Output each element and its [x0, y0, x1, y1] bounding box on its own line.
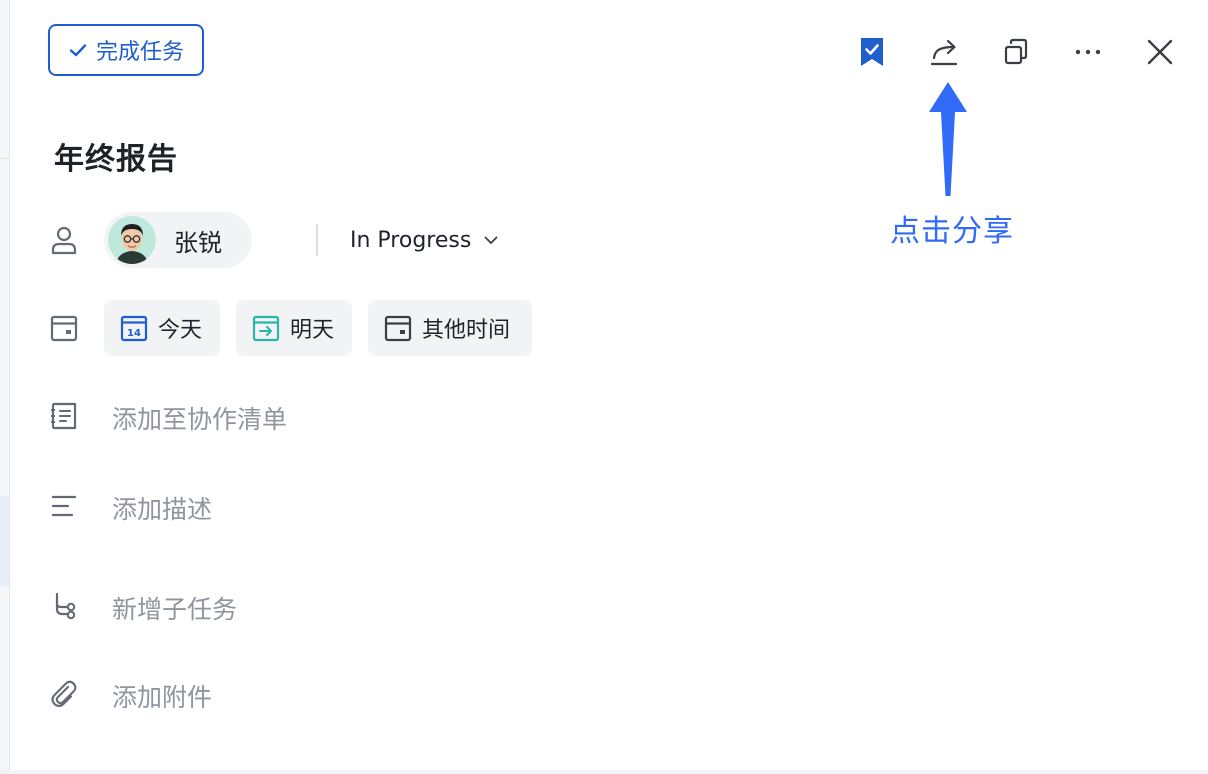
avatar [108, 216, 156, 264]
more-icon [1075, 49, 1101, 55]
share-icon [930, 39, 958, 66]
text-lines-icon [51, 495, 77, 517]
check-icon [69, 44, 87, 57]
complete-task-button[interactable]: 完成任务 [48, 24, 204, 76]
assignee-chip[interactable]: 张锐 [104, 212, 252, 268]
description-row-icon [48, 490, 80, 522]
attachment-row-icon [48, 678, 80, 710]
assignee-row-icon [48, 224, 80, 256]
calendar-tomorrow-icon [252, 315, 280, 342]
add-description-button[interactable]: 添加描述 [112, 490, 212, 526]
close-icon [1147, 39, 1173, 65]
bookmark-check-icon [861, 38, 883, 66]
person-icon [51, 226, 77, 255]
paperclip-icon [51, 680, 77, 708]
task-title[interactable]: 年终报告 [54, 134, 178, 178]
date-tomorrow-label: 明天 [290, 318, 335, 343]
list-book-icon [51, 402, 77, 430]
task-detail-panel: 完成任务 点击分享 年终报告 张锐 In Progress 14 今天 明天 其… [0, 0, 1208, 774]
edge-highlight [0, 496, 9, 586]
subtask-row-icon [48, 590, 80, 622]
add-attachment-button[interactable]: 添加附件 [112, 678, 212, 714]
chevron-down-icon [484, 236, 498, 244]
more-button[interactable] [1068, 32, 1108, 72]
share-button[interactable] [924, 32, 964, 72]
bookmark-button[interactable] [852, 32, 892, 72]
close-button[interactable] [1140, 32, 1180, 72]
calendar-today-icon: 14 [120, 315, 148, 342]
date-other-label: 其他时间 [422, 318, 511, 343]
status-dropdown[interactable]: In Progress [350, 222, 499, 258]
background-window-edge [0, 0, 10, 774]
calendar-icon [50, 315, 78, 342]
complete-task-label: 完成任务 [95, 40, 184, 65]
date-today-label: 今天 [158, 318, 203, 343]
date-today-button[interactable]: 14 今天 [104, 300, 220, 356]
user-avatar-icon [108, 216, 156, 264]
assignee-name: 张锐 [174, 228, 222, 257]
copy-icon [1004, 38, 1028, 65]
field-divider [316, 224, 318, 256]
list-row-icon [48, 400, 80, 432]
add-to-list-button[interactable]: 添加至协作清单 [112, 400, 287, 436]
date-tomorrow-button[interactable]: 明天 [236, 300, 352, 356]
subtask-branch-icon [55, 592, 76, 620]
annotation-label: 点击分享 [890, 214, 1014, 249]
copy-button[interactable] [996, 32, 1036, 72]
add-subtask-button[interactable]: 新增子任务 [112, 590, 237, 626]
calendar-other-icon [384, 315, 412, 342]
annotation-arrow-icon [929, 82, 967, 196]
date-other-button[interactable]: 其他时间 [368, 300, 532, 356]
due-date-row-icon [48, 312, 80, 344]
bottom-edge [0, 770, 1208, 774]
svg-text:14: 14 [127, 328, 141, 339]
edge-divider [0, 158, 9, 159]
status-label: In Progress [350, 227, 472, 253]
